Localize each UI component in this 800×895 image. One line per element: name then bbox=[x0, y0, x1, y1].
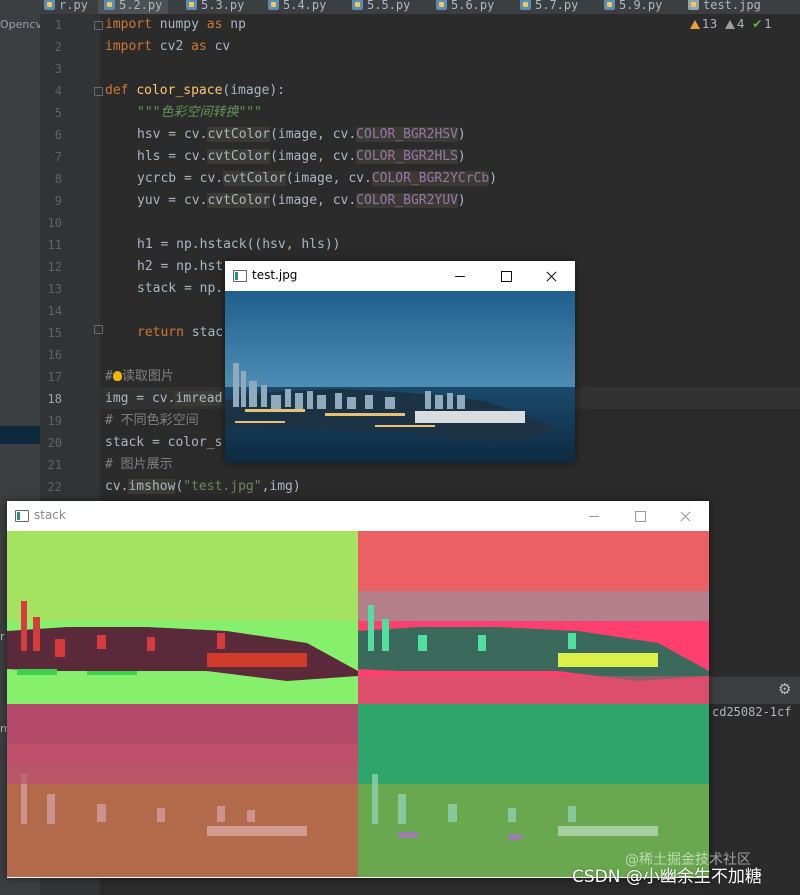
image-file-icon bbox=[688, 0, 699, 10]
line-number: 13 bbox=[47, 282, 62, 296]
code-line-8[interactable]: ycrcb = cv.cvtColor(image, cv.COLOR_BGR2… bbox=[137, 168, 497, 190]
line-number: 19 bbox=[47, 414, 62, 428]
stacked-color-space-image bbox=[7, 531, 709, 878]
python-file-icon bbox=[520, 0, 531, 10]
code-line-17[interactable]: # 读取图片 bbox=[105, 366, 174, 388]
line-number: 22 bbox=[47, 480, 62, 494]
hsv-panel bbox=[7, 531, 358, 704]
tab-5-9-py[interactable]: 5.9.py bbox=[604, 0, 662, 14]
code-line-20[interactable]: stack = color_s bbox=[105, 432, 222, 454]
line-number: 5 bbox=[54, 106, 62, 120]
ycrcb-panel-graphic bbox=[7, 704, 358, 877]
line-number: 9 bbox=[54, 194, 62, 208]
code-line-7[interactable]: hls = cv.cvtColor(image, cv.COLOR_BGR2HL… bbox=[137, 146, 466, 168]
hls-panel bbox=[358, 531, 709, 704]
code-line-1[interactable]: import numpy as np bbox=[105, 14, 246, 36]
inspection-widget[interactable]: 13 4 ✔ 1 bbox=[690, 17, 772, 31]
code-line-9[interactable]: yuv = cv.cvtColor(image, cv.COLOR_BGR2YU… bbox=[137, 190, 466, 212]
minimize-button[interactable] bbox=[571, 501, 617, 531]
close-button[interactable] bbox=[529, 261, 575, 291]
window-app-icon bbox=[15, 510, 29, 522]
python-file-icon bbox=[352, 0, 363, 10]
code-line-13[interactable]: stack = np. bbox=[137, 278, 223, 300]
line-number: 6 bbox=[54, 128, 62, 142]
project-selected-row[interactable] bbox=[0, 426, 40, 444]
window-app-icon bbox=[233, 270, 247, 282]
tab-test-jpg[interactable]: test.jpg bbox=[688, 0, 761, 14]
line-number: 3 bbox=[54, 62, 62, 76]
code-line-11[interactable]: h1 = np.hstack((hsv, hls)) bbox=[137, 234, 341, 256]
fold-marker-icon[interactable] bbox=[94, 87, 103, 96]
code-line-2[interactable]: import cv2 as cv bbox=[105, 36, 230, 58]
python-file-icon bbox=[44, 0, 55, 10]
line-number: 21 bbox=[47, 458, 62, 472]
code-line-21[interactable]: # 图片展示 bbox=[105, 454, 173, 476]
project-panel-letter: r bbox=[0, 630, 5, 643]
line-number: 16 bbox=[47, 348, 62, 362]
maximize-button[interactable] bbox=[617, 501, 663, 531]
hls-panel-graphic bbox=[358, 531, 709, 704]
python-file-icon bbox=[186, 0, 197, 10]
python-file-icon bbox=[268, 0, 279, 10]
tab-5-7-py[interactable]: 5.7.py bbox=[520, 0, 578, 14]
watermark: CSDN @小幽余生不加糖 bbox=[572, 867, 762, 887]
code-line-6[interactable]: hsv = cv.cvtColor(image, cv.COLOR_BGR2HS… bbox=[137, 124, 466, 146]
warning-icon bbox=[690, 20, 700, 29]
tab-5-2-py[interactable]: 5.2.py bbox=[98, 0, 169, 14]
fold-marker-icon[interactable] bbox=[94, 325, 103, 334]
line-number: 7 bbox=[54, 150, 62, 164]
weak-warning-icon bbox=[724, 20, 735, 29]
code-line-22[interactable]: cv.imshow("test.jpg",img) bbox=[105, 476, 301, 498]
lightbulb-icon[interactable] bbox=[112, 371, 122, 381]
line-number: 10 bbox=[47, 216, 62, 230]
line-number: 18 bbox=[47, 392, 62, 406]
fold-marker-icon[interactable] bbox=[94, 21, 103, 30]
hsv-panel-graphic bbox=[7, 531, 358, 704]
line-number: 4 bbox=[54, 84, 62, 98]
window-titlebar[interactable]: test.jpg bbox=[225, 261, 575, 291]
code-line-5[interactable]: """色彩空间转换""" bbox=[137, 102, 262, 124]
gear-icon[interactable]: ⚙ bbox=[778, 681, 794, 697]
code-line-4[interactable]: def color_space(image): bbox=[105, 80, 285, 102]
image-window-test[interactable]: test.jpg bbox=[225, 261, 575, 463]
ycrcb-panel bbox=[7, 704, 358, 877]
window-titlebar[interactable]: stack bbox=[7, 501, 709, 531]
tab-5-6-py[interactable]: 5.6.py bbox=[436, 0, 494, 14]
minimize-button[interactable] bbox=[437, 261, 483, 291]
run-output-text: cd25082-1cf bbox=[712, 705, 792, 719]
line-number: 14 bbox=[47, 304, 62, 318]
close-button[interactable] bbox=[663, 501, 709, 531]
line-number: 8 bbox=[54, 172, 62, 186]
line-number: 15 bbox=[47, 326, 62, 340]
line-number: 11 bbox=[47, 238, 62, 252]
project-label[interactable]: Opencv bbox=[0, 18, 42, 31]
line-number: 1 bbox=[54, 18, 62, 32]
tab-r-py[interactable]: r.py bbox=[44, 0, 88, 14]
city-photo bbox=[225, 291, 575, 463]
code-line-19[interactable]: # 不同色彩空间 bbox=[105, 410, 199, 432]
code-line-15[interactable]: return stac bbox=[137, 322, 223, 344]
python-file-icon bbox=[604, 0, 615, 10]
line-number: 12 bbox=[47, 260, 62, 274]
image-window-stack[interactable]: stack bbox=[7, 501, 709, 878]
code-line-18[interactable]: img = cv.imread bbox=[105, 388, 223, 410]
code-line-12[interactable]: h2 = np.hst bbox=[137, 256, 223, 278]
window-title: stack bbox=[34, 508, 66, 522]
check-icon: ✔ bbox=[752, 17, 763, 31]
editor-tab-bar: r.py 5.2.py 5.3.py 5.4.py 5.5.py 5.6.py … bbox=[0, 0, 800, 14]
maximize-button[interactable] bbox=[483, 261, 529, 291]
line-number: 20 bbox=[47, 436, 62, 450]
tab-5-5-py[interactable]: 5.5.py bbox=[352, 0, 410, 14]
tab-5-3-py[interactable]: 5.3.py bbox=[186, 0, 244, 14]
line-number: 2 bbox=[54, 40, 62, 54]
python-file-icon bbox=[436, 0, 447, 10]
window-title: test.jpg bbox=[252, 268, 298, 282]
python-file-icon bbox=[104, 0, 115, 10]
tab-5-4-py[interactable]: 5.4.py bbox=[268, 0, 326, 14]
city-photo-graphic bbox=[225, 291, 575, 463]
line-number: 17 bbox=[47, 370, 62, 384]
